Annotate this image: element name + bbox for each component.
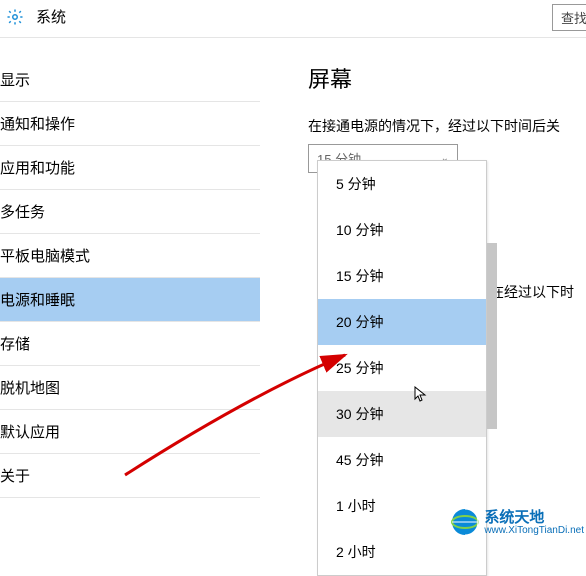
sidebar-item-storage[interactable]: 存储 xyxy=(0,322,260,366)
dropdown-option-45min[interactable]: 45 分钟 xyxy=(318,437,486,483)
sidebar-item-offline-maps[interactable]: 脱机地图 xyxy=(0,366,260,410)
search-input[interactable]: 查找 xyxy=(552,4,586,31)
dropdown-option-25min[interactable]: 25 分钟 xyxy=(318,345,486,391)
dropdown-option-15min[interactable]: 15 分钟 xyxy=(318,253,486,299)
dropdown-option-10min[interactable]: 10 分钟 xyxy=(318,207,486,253)
sidebar-item-notifications[interactable]: 通知和操作 xyxy=(0,102,260,146)
sidebar-item-tablet[interactable]: 平板电脑模式 xyxy=(0,234,260,278)
sidebar-item-label: 应用和功能 xyxy=(0,160,75,177)
sidebar-item-label: 默认应用 xyxy=(0,424,60,441)
dropdown-option-30min[interactable]: 30 分钟 xyxy=(318,391,486,437)
watermark: 系统天地 www.XiTongTianDi.net xyxy=(450,507,584,540)
setting-label: 在接通电源的情况下，经过以下时间后关 xyxy=(308,116,586,136)
sidebar-item-label: 存储 xyxy=(0,336,30,353)
gear-icon xyxy=(6,8,24,26)
sidebar-item-label: 显示 xyxy=(0,72,30,89)
sidebar-item-label: 通知和操作 xyxy=(0,116,75,133)
scrollbar-thumb[interactable] xyxy=(487,243,497,429)
page-title: 系统 xyxy=(36,6,66,27)
option-label: 10 分钟 xyxy=(336,222,383,238)
option-label: 45 分钟 xyxy=(336,452,383,468)
option-label: 5 分钟 xyxy=(336,176,376,192)
sidebar-item-about[interactable]: 关于 xyxy=(0,454,260,498)
sidebar-item-apps[interactable]: 应用和功能 xyxy=(0,146,260,190)
watermark-url: www.XiTongTianDi.net xyxy=(484,526,584,537)
sidebar-item-multitask[interactable]: 多任务 xyxy=(0,190,260,234)
sidebar-item-power-sleep[interactable]: 电源和睡眠 xyxy=(0,278,260,322)
globe-icon xyxy=(450,507,480,540)
sidebar-item-label: 电源和睡眠 xyxy=(0,292,75,309)
sidebar-item-display[interactable]: 显示 xyxy=(0,58,260,102)
section-title: 屏幕 xyxy=(308,62,586,94)
sidebar-item-label: 脱机地图 xyxy=(0,380,60,397)
option-label: 25 分钟 xyxy=(336,360,383,376)
sidebar-item-label: 平板电脑模式 xyxy=(0,248,90,265)
dropdown-option-20min[interactable]: 20 分钟 xyxy=(318,299,486,345)
option-label: 30 分钟 xyxy=(336,406,383,422)
option-label: 15 分钟 xyxy=(336,268,383,284)
sidebar-item-label: 多任务 xyxy=(0,204,45,221)
watermark-title: 系统天地 xyxy=(484,510,584,526)
sidebar: 显示 通知和操作 应用和功能 多任务 平板电脑模式 电源和睡眠 存储 脱机地图 … xyxy=(0,38,260,544)
sidebar-item-default-apps[interactable]: 默认应用 xyxy=(0,410,260,454)
option-label: 2 小时 xyxy=(336,544,376,560)
dropdown-scrollbar[interactable] xyxy=(487,243,497,429)
sidebar-item-label: 关于 xyxy=(0,468,30,485)
dropdown-option-5min[interactable]: 5 分钟 xyxy=(318,161,486,207)
secondary-setting-label: 在经过以下时 xyxy=(490,282,574,302)
option-label: 1 小时 xyxy=(336,498,376,514)
option-label: 20 分钟 xyxy=(336,314,383,330)
